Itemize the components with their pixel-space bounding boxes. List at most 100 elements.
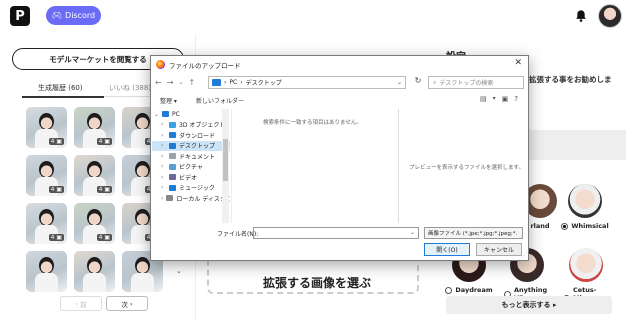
- chevron-down-icon[interactable]: ⌄: [154, 111, 159, 118]
- folder-tree: ⌄ PC › 3D オブジェクト › ダウンロード › デスクトップ › ドキュメント › ピクチャ ›…: [152, 109, 230, 223]
- thumbnail-figure-head: [87, 209, 102, 226]
- tree-item[interactable]: › ミュージック: [152, 183, 230, 194]
- chevron-down-icon[interactable]: ⌄: [176, 267, 182, 275]
- drop-zone-label[interactable]: 拡張する画像を選ぶ: [263, 274, 371, 291]
- show-more-button[interactable]: もっと表示する ▸: [446, 296, 612, 314]
- avatar[interactable]: [598, 4, 622, 28]
- tree-item[interactable]: ›ローカル ディスク (C:: [152, 193, 230, 204]
- organize-button[interactable]: 整理 ▾: [160, 96, 177, 105]
- file-type-select[interactable]: 画像ファイル (*.jpe;*.jpg;*.jpeg;*.: [424, 227, 523, 239]
- view-controls: ▤ ▾ ▣ ?: [480, 95, 518, 103]
- chevron-right-icon[interactable]: ›: [161, 195, 163, 202]
- thumbnail[interactable]: [26, 251, 67, 292]
- open-button[interactable]: 開く(O): [424, 243, 470, 256]
- image-count-badge: 4 ▣: [48, 234, 64, 241]
- address-dropdown-icon[interactable]: ⌄: [397, 79, 402, 86]
- discord-button[interactable]: 🎮︎ Discord: [46, 6, 101, 25]
- breadcrumb-separator: ›: [240, 79, 243, 86]
- chevron-right-icon[interactable]: ›: [161, 153, 166, 160]
- style-label: Whimsical: [571, 222, 609, 230]
- thumbnail-figure-head: [87, 257, 102, 274]
- thumbnail-figure-head: [87, 161, 102, 178]
- tab-likes[interactable]: いいね (388): [109, 83, 151, 93]
- refresh-icon[interactable]: ↻: [411, 76, 425, 89]
- chevron-right-icon[interactable]: ›: [161, 142, 166, 149]
- cancel-button[interactable]: キャンセル: [476, 243, 522, 256]
- thumbnail-figure-head: [39, 257, 54, 274]
- tree-item[interactable]: › ダウンロード: [152, 130, 230, 141]
- app-logo[interactable]: P: [10, 6, 30, 26]
- style-label: rland: [530, 222, 550, 230]
- next-page-button[interactable]: 次 ›: [106, 296, 148, 311]
- file-upload-dialog: ファイルのアップロード ✕ ← → ⌄ ↑ › PC › デスクトップ ⌄ ↻ …: [150, 55, 529, 261]
- tree-item[interactable]: › ドキュメント: [152, 151, 230, 162]
- bell-icon[interactable]: [574, 9, 588, 23]
- thumbnail[interactable]: 4 ▣: [74, 155, 115, 196]
- preview-pane-icon[interactable]: ▣: [502, 95, 509, 103]
- breadcrumb-pc[interactable]: PC: [229, 79, 237, 86]
- thumbnail[interactable]: 4 ▣: [26, 107, 67, 148]
- chevron-right-icon[interactable]: ›: [161, 121, 166, 128]
- download-icon: [169, 132, 176, 139]
- view-mode-icon[interactable]: ▤: [480, 95, 487, 103]
- tree-item[interactable]: › ピクチャ: [152, 162, 230, 173]
- tree-item-label: ピクチャ: [179, 164, 203, 172]
- music-icon: [169, 184, 176, 191]
- file-list[interactable]: [231, 109, 397, 223]
- tree-item[interactable]: › 3D オブジェクト: [152, 120, 230, 131]
- tree-item[interactable]: › ビデオ: [152, 172, 230, 183]
- thumbnail-figure-head: [87, 113, 102, 130]
- radio-selected[interactable]: [561, 222, 569, 230]
- tree-item-label: ダウンロード: [179, 132, 216, 140]
- document-icon: [169, 153, 176, 160]
- thumbnail[interactable]: 4 ▣: [74, 203, 115, 244]
- tree-item-label: ドキュメント: [179, 153, 216, 161]
- back-arrow-icon[interactable]: ←: [155, 78, 162, 87]
- history-chevron-icon[interactable]: ⌄: [178, 79, 183, 86]
- style-option-whimsical[interactable]: Whimsical: [561, 184, 609, 230]
- prev-label: 前: [80, 300, 87, 309]
- thumbnail[interactable]: 4 ▣: [26, 155, 67, 196]
- thumbnail-figure-head: [135, 257, 150, 274]
- tree-scrollbar[interactable]: [222, 109, 229, 223]
- radio-unselected[interactable]: [445, 286, 453, 294]
- address-bar[interactable]: › PC › デスクトップ ⌄: [208, 76, 406, 89]
- up-arrow-icon[interactable]: ↑: [188, 78, 195, 87]
- disk-icon: [166, 195, 174, 202]
- scrollbar-thumb[interactable]: [223, 139, 228, 181]
- tree-item[interactable]: › デスクトップ: [152, 140, 230, 151]
- thumbnail[interactable]: [74, 251, 115, 292]
- nav-buttons: ← → ⌄ ↑: [155, 75, 195, 90]
- pc-icon: [212, 79, 221, 86]
- resize-grip-icon[interactable]: ⋰: [521, 252, 527, 259]
- tree-item-label: ビデオ: [179, 174, 198, 182]
- chevron-right-icon[interactable]: ›: [161, 163, 166, 170]
- close-icon[interactable]: ✕: [514, 58, 522, 68]
- chevron-right-icon[interactable]: ›: [161, 184, 166, 191]
- image-count-badge: 4 ▣: [96, 234, 112, 241]
- search-icon: ⌕: [433, 78, 437, 86]
- thumbnail[interactable]: 4 ▣: [74, 107, 115, 148]
- search-input[interactable]: ⌕ デスクトップの検索: [428, 76, 524, 89]
- filename-input[interactable]: ⌄: [253, 227, 419, 239]
- dialog-titlebar[interactable]: ファイルのアップロード: [151, 56, 528, 73]
- breadcrumb-desktop[interactable]: デスクトップ: [246, 78, 282, 87]
- tab-history[interactable]: 生成履歴 (60): [38, 83, 83, 93]
- preview-message: プレビューを表示するファイルを選択します。: [409, 165, 524, 171]
- help-icon[interactable]: ?: [514, 95, 518, 103]
- cube-icon: [169, 121, 176, 128]
- view-chevron-icon[interactable]: ▾: [493, 95, 496, 103]
- filename-dropdown-icon[interactable]: ⌄: [410, 229, 415, 236]
- pc-icon: [162, 111, 169, 118]
- forward-arrow-icon[interactable]: →: [167, 78, 174, 87]
- thumbnail[interactable]: 4 ▣: [26, 203, 67, 244]
- tree-item[interactable]: ⌄ PC: [152, 109, 230, 120]
- style-thumbnail: [569, 248, 603, 282]
- new-folder-button[interactable]: 新しいフォルダー: [196, 96, 244, 105]
- empty-message: 検索条件に一致する項目はありません。: [263, 120, 362, 126]
- chevron-right-icon[interactable]: ›: [161, 174, 166, 181]
- tab-active-indicator: [22, 96, 104, 98]
- chevron-right-icon[interactable]: ›: [161, 132, 166, 139]
- thumbnail-figure-head: [39, 113, 54, 130]
- prev-page-button[interactable]: ‹ 前: [60, 296, 102, 311]
